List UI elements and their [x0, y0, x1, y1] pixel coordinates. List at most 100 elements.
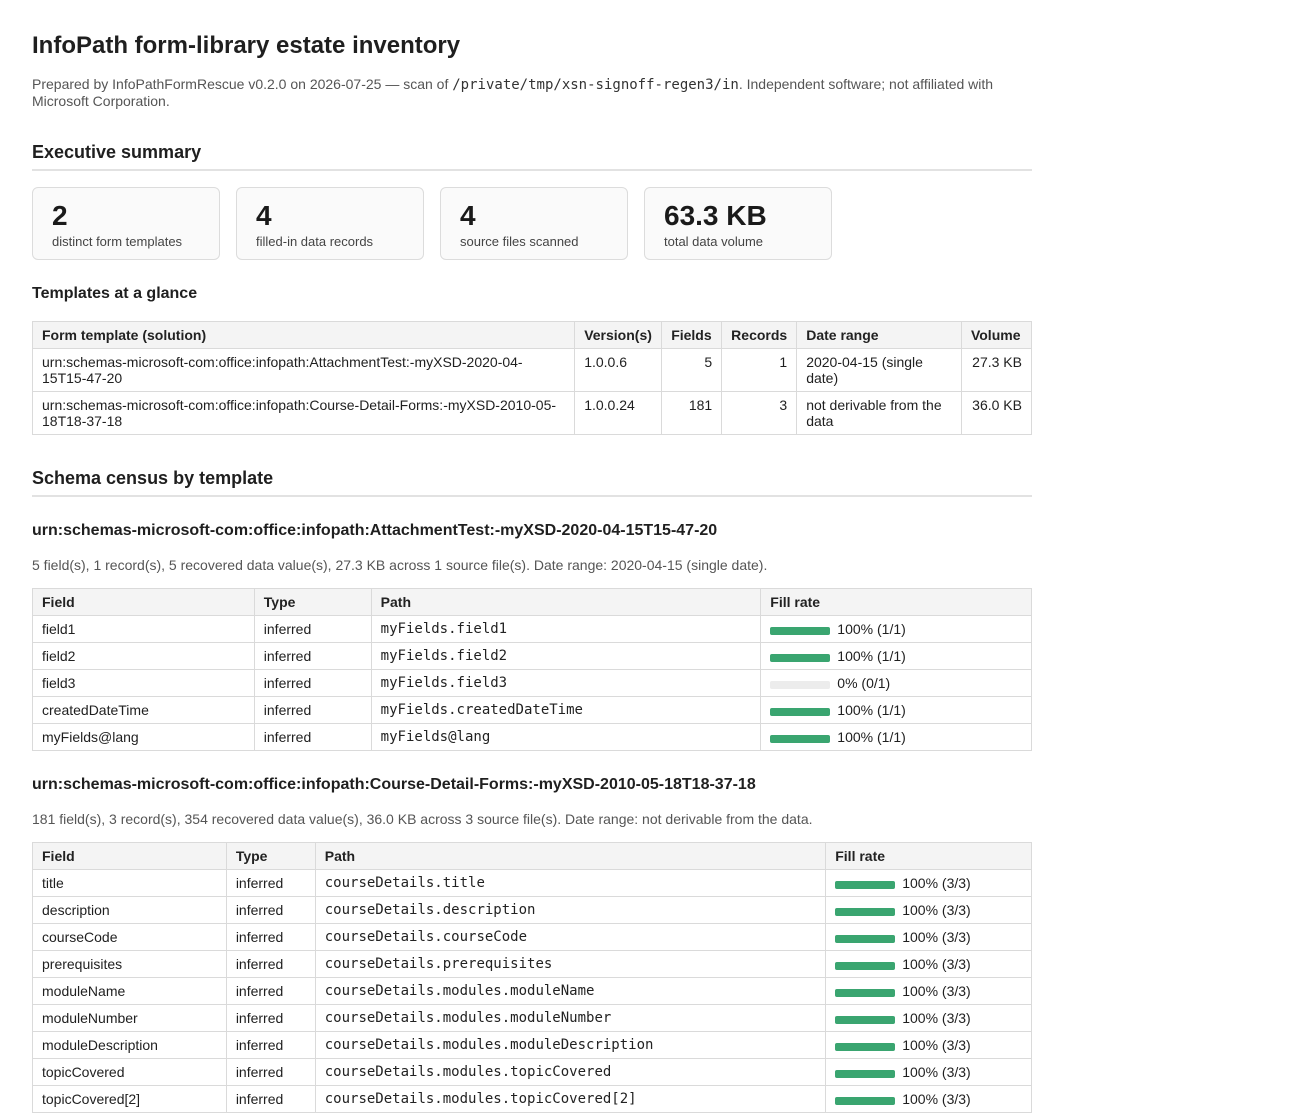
- fill-rate-cell: 100% (3/3): [825, 896, 1032, 924]
- records-cell: 1: [721, 348, 798, 392]
- fields-cell: 5: [661, 348, 723, 392]
- card-value: 2: [52, 200, 68, 231]
- fill-rate: 100% (3/3): [835, 1005, 1022, 1031]
- column-header: Path: [370, 588, 762, 616]
- table-header-row: Field Type Path Fill rate: [32, 588, 1032, 616]
- card-value: 4: [460, 200, 476, 231]
- field-name-cell: description: [32, 896, 227, 924]
- fill-rate: 100% (1/1): [770, 724, 1022, 750]
- column-header: Volume: [960, 321, 1033, 349]
- scan-path: /private/tmp/xsn-signoff-regen3/in: [452, 77, 739, 93]
- card-label: distinct form templates: [52, 234, 183, 249]
- template-summary: 181 field(s), 3 record(s), 354 recovered…: [32, 811, 813, 827]
- fill-rate-bar: [835, 907, 896, 916]
- summary-card-files: 4 source files scanned: [440, 187, 628, 260]
- fill-rate-cell: 100% (1/1): [760, 696, 1032, 724]
- fill-rate-text: 100% (3/3): [902, 1064, 971, 1080]
- fill-rate-cell: 100% (3/3): [825, 1085, 1032, 1113]
- field-type-cell: inferred: [225, 977, 316, 1005]
- template-name-cell: urn:schemas-microsoft-com:office:infopat…: [31, 391, 576, 435]
- field-name-cell: field3: [32, 669, 255, 697]
- fill-rate-bar: [835, 988, 896, 997]
- table-row: title inferred courseDetails.title 100% (3/…: [32, 869, 1032, 897]
- fill-rate-bar: [770, 653, 831, 662]
- card-value: 63.3 KB: [664, 200, 767, 231]
- card-value: 4: [256, 200, 272, 231]
- summary-card-templates: 2 distinct form templates: [32, 187, 220, 260]
- column-header: Type: [225, 842, 316, 870]
- fill-rate-cell: 100% (3/3): [825, 869, 1032, 897]
- fields-table: Field Type Path Fill rate title inferred c…: [32, 842, 1032, 1113]
- table-row: moduleName inferred courseDetails.modules.…: [32, 977, 1032, 1005]
- fill-rate-bar-fill: [770, 653, 831, 662]
- field-name-cell: topicCovered: [32, 1058, 227, 1086]
- fields-body: title inferred courseDetails.title 100% (3/…: [32, 869, 1032, 1113]
- fill-rate: 100% (3/3): [835, 870, 1022, 896]
- fill-rate-text: 100% (3/3): [902, 929, 971, 945]
- field-name-cell: moduleNumber: [32, 1004, 227, 1032]
- column-header: Form template (solution): [31, 321, 576, 349]
- field-name-cell: courseCode: [32, 923, 227, 951]
- fill-rate-text: 100% (3/3): [902, 1010, 971, 1026]
- field-type-cell: inferred: [225, 950, 316, 978]
- summary-cards: 2 distinct form templates 4 filled-in da…: [32, 187, 1032, 260]
- template-heading: urn:schemas-microsoft-com:office:infopat…: [32, 776, 756, 793]
- fill-rate-text: 100% (3/3): [902, 1091, 971, 1107]
- fill-rate-bar-fill: [770, 707, 831, 716]
- field-name-cell: moduleName: [32, 977, 227, 1005]
- table-row: moduleDescription inferred courseDetails.m…: [32, 1031, 1032, 1059]
- fill-rate: 100% (3/3): [835, 951, 1022, 977]
- field-path-cell: courseDetails.title: [314, 869, 827, 897]
- table-row: createdDateTime inferred myFields.createdD…: [32, 696, 1032, 724]
- fill-rate-bar: [835, 1042, 896, 1051]
- fill-rate-text: 100% (3/3): [902, 875, 971, 891]
- schema-census-section: Schema census by template urn:schemas-mi…: [32, 467, 1032, 1113]
- table-header-row: Form template (solution) Version(s) Fiel…: [31, 321, 1033, 349]
- field-name-cell: field1: [32, 615, 255, 643]
- fill-rate-text: 100% (3/3): [902, 983, 971, 999]
- column-header: Version(s): [574, 321, 663, 349]
- report-meta: Prepared by InfoPathFormRescue v0.2.0 on…: [32, 76, 1032, 109]
- template-name-cell: urn:schemas-microsoft-com:office:infopat…: [31, 348, 576, 392]
- fill-rate-text: 100% (3/3): [902, 956, 971, 972]
- column-header: Records: [721, 321, 798, 349]
- table-row: myFields@lang inferred myFields@lang 100% (…: [32, 723, 1032, 751]
- field-path-cell: courseDetails.modules.moduleNumber: [314, 1004, 827, 1032]
- field-path-cell: myFields.field3: [370, 669, 762, 697]
- field-type-cell: inferred: [225, 1085, 316, 1113]
- column-header: Fill rate: [760, 588, 1032, 616]
- fill-rate-cell: 100% (3/3): [825, 1004, 1032, 1032]
- date-range-cell: not derivable from the data: [796, 391, 962, 435]
- field-type-cell: inferred: [225, 1004, 316, 1032]
- summary-card-records: 4 filled-in data records: [236, 187, 424, 260]
- fill-rate-bar-fill: [835, 1042, 896, 1051]
- fill-rate-bar-fill: [770, 734, 831, 743]
- fill-rate-bar-fill: [835, 988, 896, 997]
- fill-rate-cell: 100% (1/1): [760, 642, 1032, 670]
- template-heading: urn:schemas-microsoft-com:office:infopat…: [32, 522, 718, 539]
- table-row: field1 inferred myFields.field1 100% (1/1): [32, 615, 1032, 643]
- fill-rate: 100% (1/1): [770, 697, 1022, 723]
- fill-rate-cell: 100% (3/3): [825, 1058, 1032, 1086]
- card-label: source files scanned: [460, 234, 579, 249]
- field-name-cell: topicCovered[2]: [32, 1085, 227, 1113]
- column-header: Field: [32, 588, 255, 616]
- field-type-cell: inferred: [253, 723, 372, 751]
- fill-rate-bar-fill: [835, 1096, 896, 1105]
- fill-rate-bar: [770, 707, 831, 716]
- field-path-cell: myFields@lang: [370, 723, 762, 751]
- field-type-cell: inferred: [253, 642, 372, 670]
- volume-cell: 36.0 KB: [960, 391, 1033, 435]
- fill-rate-text: 100% (1/1): [837, 729, 906, 745]
- table-header-row: Field Type Path Fill rate: [32, 842, 1032, 870]
- field-type-cell: inferred: [225, 1058, 316, 1086]
- fill-rate-cell: 100% (1/1): [760, 723, 1032, 751]
- fill-rate-bar-fill: [835, 1069, 896, 1078]
- executive-summary-heading: Executive summary: [32, 141, 1032, 171]
- field-path-cell: courseDetails.modules.topicCovered[2]: [314, 1085, 827, 1113]
- executive-summary-section: Executive summary 2 distinct form templa…: [31, 141, 1033, 435]
- summary-card-volume: 63.3 KB total data volume: [644, 187, 832, 260]
- volume-cell: 27.3 KB: [960, 348, 1033, 392]
- field-type-cell: inferred: [225, 869, 316, 897]
- fill-rate-cell: 100% (1/1): [760, 615, 1032, 643]
